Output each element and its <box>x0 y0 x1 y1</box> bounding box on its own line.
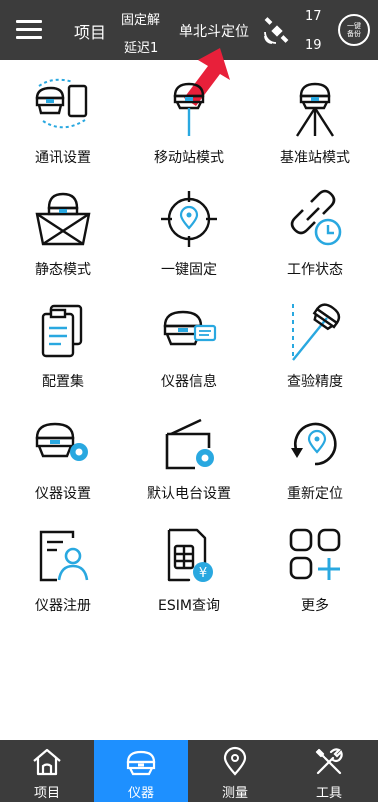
project-title[interactable]: 项目 <box>74 19 106 43</box>
one-key-fix-icon <box>161 191 217 247</box>
default-radio-settings-icon <box>165 418 214 470</box>
grid-item-label: 移动站模式 <box>154 150 224 166</box>
menu-icon[interactable] <box>16 18 42 42</box>
instrument-icon <box>126 750 156 776</box>
nav-item-instrument[interactable]: 仪器 <box>94 740 188 802</box>
backup-label-1: 一键 <box>347 22 361 30</box>
nav-label: 测量 <box>221 786 248 801</box>
grid-item-label: 工作状态 <box>287 262 343 278</box>
backup-label-2: 备份 <box>347 30 361 38</box>
instrument-settings-icon <box>35 422 88 461</box>
grid-item-check-accuracy[interactable]: 查验精度 <box>252 288 378 400</box>
fix-status: 固定解 <box>121 13 161 28</box>
nav-item-project[interactable]: 项目 <box>0 740 94 802</box>
satellite-icon[interactable] <box>262 16 292 46</box>
grid-item-label: 配置集 <box>42 374 84 390</box>
work-status-icon <box>290 189 342 246</box>
nav-item-survey[interactable]: 测量 <box>188 740 282 802</box>
instrument-info-icon <box>163 310 217 346</box>
grid-item-work-status[interactable]: 工作状态 <box>252 176 378 288</box>
grid-item-config-set[interactable]: 配置集 <box>0 288 126 400</box>
location-pin-icon <box>223 746 247 776</box>
grid-item-label: 重新定位 <box>287 486 343 502</box>
rover-mode-icon <box>173 82 205 136</box>
grid-item-label: 静态模式 <box>35 262 91 278</box>
relocate-icon <box>291 422 337 466</box>
bottom-navigation: 项目 仪器 测量 工具 <box>0 740 378 802</box>
instrument-register-icon <box>39 530 89 582</box>
communication-settings-icon <box>35 78 88 129</box>
satellite-count-used: 17 <box>305 9 322 24</box>
nav-label: 工具 <box>315 786 342 801</box>
grid-item-esim-query[interactable]: ¥ ESIM查询 <box>126 512 252 624</box>
esim-query-icon: ¥ <box>167 528 213 582</box>
grid-item-static-mode[interactable]: 静态模式 <box>0 176 126 288</box>
grid-item-communication-settings[interactable]: 通讯设置 <box>0 64 126 176</box>
home-icon <box>33 748 61 776</box>
grid-item-base-station-mode[interactable]: 基准站模式 <box>252 64 378 176</box>
static-mode-icon <box>35 192 91 246</box>
delay-status: 延迟1 <box>124 41 159 56</box>
one-key-backup-button[interactable]: 一键 备份 <box>338 14 370 46</box>
check-accuracy-icon <box>292 303 341 361</box>
config-set-icon <box>41 304 83 358</box>
nav-label: 项目 <box>33 786 60 801</box>
more-icon <box>289 528 341 580</box>
grid-item-label: 仪器注册 <box>35 598 91 614</box>
grid-item-label: 通讯设置 <box>35 150 91 166</box>
grid-item-label: 仪器信息 <box>161 374 217 390</box>
grid-item-rover-mode[interactable]: 移动站模式 <box>126 64 252 176</box>
grid-item-more[interactable]: 更多 <box>252 512 378 624</box>
grid-item-label: 默认电台设置 <box>147 486 231 502</box>
satellite-count-visible: 19 <box>305 38 322 53</box>
grid-item-label: 一键固定 <box>161 262 217 278</box>
grid-item-label: ESIM查询 <box>158 598 220 614</box>
nav-item-tools[interactable]: 工具 <box>282 740 376 802</box>
grid-item-label: 仪器设置 <box>35 486 91 502</box>
grid-item-one-key-fix[interactable]: 一键固定 <box>126 176 252 288</box>
base-station-mode-icon <box>295 82 335 137</box>
grid-item-relocate[interactable]: 重新定位 <box>252 400 378 512</box>
positioning-mode: 单北斗定位 <box>179 24 249 40</box>
tools-icon <box>315 748 343 775</box>
grid-item-instrument-settings[interactable]: 仪器设置 <box>0 400 126 512</box>
grid-item-instrument-info[interactable]: 仪器信息 <box>126 288 252 400</box>
grid-item-label: 查验精度 <box>287 374 343 390</box>
svg-text:¥: ¥ <box>199 566 207 581</box>
nav-label: 仪器 <box>127 786 154 801</box>
grid-item-instrument-register[interactable]: 仪器注册 <box>0 512 126 624</box>
grid-item-label: 基准站模式 <box>280 150 350 166</box>
grid-item-default-radio-settings[interactable]: 默认电台设置 <box>126 400 252 512</box>
grid-item-label: 更多 <box>301 598 329 614</box>
